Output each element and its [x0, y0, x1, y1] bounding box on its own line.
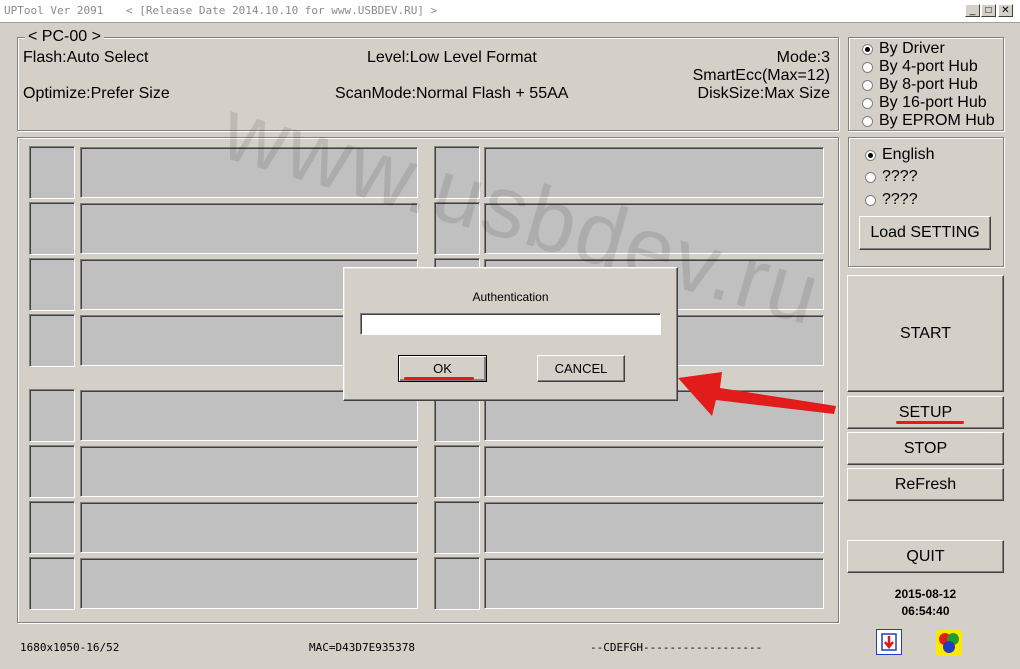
port-slot-status-bar	[484, 502, 824, 553]
title-bar[interactable]: UPTool Ver 2091 < [Release Date 2014.10.…	[0, 0, 1020, 23]
port-slot-status-bar	[80, 203, 418, 254]
port-slot-indicator	[29, 389, 75, 442]
radio-label: English	[882, 146, 935, 163]
close-button[interactable]: ✕	[998, 4, 1013, 17]
minimize-button[interactable]: _	[965, 4, 980, 17]
radio-by-driver[interactable]: By Driver	[862, 40, 945, 58]
color-circles-icon	[936, 630, 962, 656]
rgb-icon[interactable]	[935, 629, 963, 657]
port-slot-status-bar	[80, 502, 418, 553]
ok-underline	[404, 377, 474, 380]
setup-button[interactable]: SETUP	[847, 396, 1004, 429]
level-setting: Level:Low Level Format	[367, 49, 537, 66]
window-title: UPTool Ver 2091	[4, 4, 104, 17]
clock-time: 06:54:40	[901, 604, 950, 618]
port-slot-indicator	[434, 501, 480, 554]
password-input[interactable]	[360, 313, 661, 335]
port-slot-status-bar	[80, 558, 418, 609]
settings-group-label: < PC-00 >	[25, 28, 104, 46]
radio-language-3[interactable]: ????	[865, 191, 918, 209]
radio-label: ????	[882, 191, 918, 208]
port-slot-indicator	[29, 314, 75, 367]
maximize-icon: □	[985, 5, 992, 16]
port-slot-indicator	[434, 445, 480, 498]
scanmode-setting: ScanMode:Normal Flash + 55AA	[335, 85, 569, 102]
close-icon: ✕	[1001, 5, 1010, 16]
window-subtitle: < [Release Date 2014.10.10 for www.USBDE…	[126, 4, 438, 17]
flash-setting: Flash:Auto Select	[23, 49, 149, 66]
radio-icon	[862, 97, 873, 109]
status-mac: MAC=D43D7E935378	[309, 641, 415, 654]
port-slot-status-bar	[80, 147, 418, 198]
stop-button[interactable]: STOP	[847, 432, 1004, 465]
download-icon[interactable]	[876, 629, 902, 655]
smartecc-setting: SmartEcc(Max=12)	[692, 67, 830, 84]
radio-label: By 4-port Hub	[879, 58, 978, 75]
radio-label: By 16-port Hub	[879, 94, 987, 111]
port-slot-indicator	[434, 557, 480, 610]
port-slot-status-bar	[484, 446, 824, 497]
radio-icon	[865, 149, 876, 161]
port-slot-status-bar	[484, 203, 824, 254]
load-setting-button[interactable]: Load SETTING	[859, 216, 991, 250]
radio-by-4-port-hub[interactable]: By 4-port Hub	[862, 58, 978, 76]
radio-by-eprom-hub[interactable]: By EPROM Hub	[862, 112, 995, 130]
minimize-icon: _	[969, 5, 976, 16]
mode-setting: Mode:3	[776, 49, 830, 66]
port-slot-indicator	[29, 146, 75, 199]
radio-label: By Driver	[879, 40, 945, 57]
radio-english[interactable]: English	[865, 146, 934, 164]
annotation-arrow-icon	[678, 372, 836, 416]
port-slot-indicator	[29, 501, 75, 554]
download-arrow-icon	[881, 633, 897, 651]
radio-icon	[862, 43, 873, 55]
main-window: < PC-00 > Flash:Auto Select Level:Low Le…	[0, 23, 1020, 669]
refresh-button[interactable]: ReFresh	[847, 468, 1004, 501]
radio-by-8-port-hub[interactable]: By 8-port Hub	[862, 76, 978, 94]
port-slot-status-bar	[80, 446, 418, 497]
dialog-title: Authentication	[472, 290, 549, 304]
port-slot-status-bar	[484, 558, 824, 609]
radio-icon	[862, 61, 873, 73]
optimize-setting: Optimize:Prefer Size	[23, 85, 170, 102]
authentication-dialog: Authentication OK CANCEL	[343, 267, 678, 401]
radio-icon	[865, 171, 876, 183]
radio-label: ????	[882, 168, 918, 185]
maximize-button[interactable]: □	[981, 4, 996, 17]
radio-icon	[862, 79, 873, 91]
port-slot-indicator	[434, 146, 480, 199]
radio-icon	[862, 115, 873, 127]
disksize-setting: DiskSize:Max Size	[697, 85, 830, 102]
status-drives: --CDEFGH------------------	[590, 641, 763, 654]
radio-label: By 8-port Hub	[879, 76, 978, 93]
port-slot-status-bar	[484, 147, 824, 198]
setup-underline	[896, 421, 964, 424]
port-slot-indicator	[434, 202, 480, 255]
status-resolution: 1680x1050-16/52	[20, 641, 120, 654]
port-slot-indicator	[29, 557, 75, 610]
radio-icon	[865, 194, 876, 206]
radio-by-16-port-hub[interactable]: By 16-port Hub	[862, 94, 987, 112]
start-button[interactable]: START	[847, 275, 1004, 392]
port-slot-indicator	[29, 202, 75, 255]
cancel-button[interactable]: CANCEL	[537, 355, 625, 382]
radio-language-2[interactable]: ????	[865, 168, 918, 186]
quit-button[interactable]: QUIT	[847, 540, 1004, 573]
port-slot-indicator	[29, 445, 75, 498]
radio-label: By EPROM Hub	[879, 112, 995, 129]
port-slot-indicator	[29, 258, 75, 311]
clock-date: 2015-08-12	[894, 587, 957, 601]
